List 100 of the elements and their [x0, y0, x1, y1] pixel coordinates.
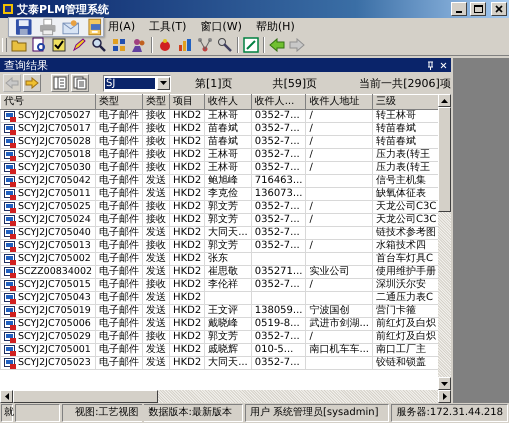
maximize-button[interactable] [470, 2, 486, 16]
table-cell: 王林哥 [208, 149, 238, 160]
menu-item[interactable]: 工具(T) [149, 19, 186, 34]
table-cell: SCYJ2JC705024 [18, 214, 91, 226]
table-cell: 接收 [146, 123, 166, 134]
table-cell: 发送 [146, 318, 166, 329]
table-cell: / [309, 279, 313, 290]
table-cell: 136073... [254, 188, 302, 199]
grid-icon[interactable] [111, 37, 127, 53]
computer-icon [4, 344, 16, 356]
table-cell: 0352-7... [254, 136, 300, 147]
table-cell: 使用维护手册 [376, 266, 436, 277]
menu-item[interactable]: 帮助(H) [256, 19, 295, 34]
table-cell: HKD2 [173, 162, 202, 173]
table-cell: 王林哥 [208, 110, 238, 121]
page-number: 第[1]页 [195, 76, 233, 90]
document-search-icon[interactable] [31, 37, 47, 53]
table-cell: 716463... [254, 175, 302, 186]
arrow-right-icon[interactable] [442, 393, 446, 400]
close-button[interactable] [491, 2, 507, 16]
print-preview-icon[interactable] [86, 18, 103, 36]
status-text: 就 [1, 404, 13, 422]
computer-icon [4, 188, 16, 200]
table-cell: 电子邮件 [99, 292, 140, 303]
column-header[interactable]: 收件人... [251, 94, 306, 110]
column-list-button[interactable] [51, 74, 69, 92]
table-cell: 郭文芳 [208, 201, 238, 212]
table-cell: SCYJ2JC705030 [18, 162, 91, 174]
table-cell: 天龙公司C3C [376, 214, 436, 225]
table-cell: 电子邮件 [99, 357, 140, 368]
minimize-button[interactable] [451, 2, 467, 16]
column-header[interactable]: 代号 [0, 94, 96, 110]
table-cell: HKD2 [173, 175, 202, 186]
table-cell: 前红灯及白炽 [376, 318, 436, 329]
column-header[interactable]: 收件人 [204, 94, 252, 110]
table-cell: 压力表(转王 [376, 162, 430, 173]
pin-icon[interactable] [427, 60, 434, 70]
table-cell: SCYJ2JC705002 [18, 253, 91, 265]
table-cell: 0519-8... [254, 318, 300, 329]
table-cell: SCYJ2JC705018 [18, 149, 91, 161]
table-cell: 首台车灯具C [376, 253, 433, 264]
table-cell: 发送 [146, 292, 166, 303]
table-cell: 电子邮件 [99, 149, 140, 160]
table-cell: 天龙公司C3C [376, 201, 436, 212]
table-cell: 南口工厂主 [376, 344, 426, 355]
search-icon[interactable] [91, 37, 107, 53]
menu-item[interactable]: 窗口(W) [200, 19, 242, 34]
network-icon[interactable] [197, 37, 213, 53]
arrow-down-icon[interactable] [441, 382, 448, 386]
column-header[interactable]: 类型 [96, 94, 143, 110]
chart-icon[interactable] [177, 37, 193, 53]
table-cell: 接收 [146, 162, 166, 173]
table-cell: SCYJ2JC705025 [18, 201, 91, 213]
menu-item[interactable]: 用(A) [108, 19, 136, 34]
table-cell: HKD2 [173, 279, 202, 290]
column-header[interactable]: 项目 [170, 94, 205, 110]
table-cell: 深圳沃尔安 [376, 279, 426, 290]
table-cell: 接收 [146, 331, 166, 342]
vertical-scrollbar[interactable] [438, 94, 451, 390]
column-header[interactable]: 类型 [142, 94, 170, 110]
table-cell: 压力表(转王 [376, 149, 430, 160]
table-cell: 发送 [146, 253, 166, 264]
arrow-left-icon[interactable] [4, 393, 8, 400]
table-cell: 二通压力表C [376, 292, 433, 303]
table-cell: 接收 [146, 136, 166, 147]
table-cell: HKD2 [173, 331, 202, 342]
table-cell: 南口机车车... [309, 344, 369, 355]
status-text: 用户 系统管理员[sysadmin] [244, 404, 390, 422]
horizontal-scrollbar[interactable] [0, 390, 451, 403]
page-size-dropdown[interactable]: SJ [103, 74, 171, 92]
table-cell: / [309, 149, 313, 160]
table-cell: 0352-7... [254, 227, 300, 238]
table-cell: HKD2 [173, 357, 202, 368]
table-cell: SCYJ2JC705011 [18, 188, 91, 200]
computer-icon [4, 110, 16, 122]
table-cell: 电子邮件 [99, 305, 140, 316]
column-header[interactable]: 收件人地址 [306, 94, 372, 110]
table-cell: / [309, 123, 313, 134]
status-panel [15, 404, 60, 422]
table-cell: 实业公司 [309, 266, 350, 277]
table-cell: 电子邮件 [99, 279, 140, 290]
computer-icon [4, 150, 16, 160]
arrow-up-icon[interactable] [441, 98, 448, 102]
table-cell: 电子邮件 [99, 318, 140, 329]
people-icon[interactable] [131, 37, 147, 53]
caret-icon[interactable] [160, 81, 167, 85]
table-cell: 电子邮件 [99, 344, 140, 355]
table-cell: 李克俭 [208, 188, 238, 199]
document-list-button[interactable] [71, 74, 89, 92]
close-icon[interactable] [440, 62, 447, 68]
table-cell: 接收 [146, 149, 166, 160]
forward-button[interactable] [23, 74, 41, 92]
table-cell: 电子邮件 [99, 253, 140, 264]
checkbox-icon[interactable] [51, 37, 67, 53]
column-header[interactable]: 三级 [372, 94, 438, 110]
table-cell: 王林哥 [208, 162, 238, 173]
table-cell: HKD2 [173, 344, 202, 355]
table-cell: SCYJ2JC705027 [18, 110, 91, 122]
computer-icon [4, 240, 16, 252]
table-cell: 宁波国创 [309, 305, 350, 316]
